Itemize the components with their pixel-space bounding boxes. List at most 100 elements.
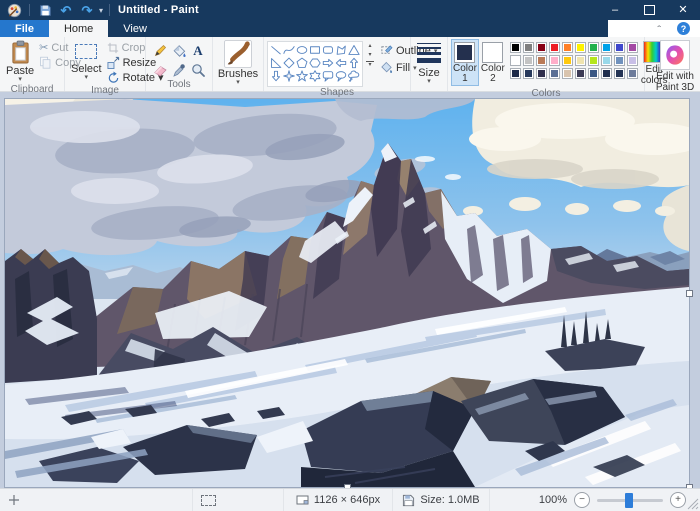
shape-fill-icon bbox=[380, 61, 393, 74]
magnifier-tool[interactable] bbox=[189, 60, 208, 79]
palette-swatch-r1c1[interactable] bbox=[510, 42, 521, 53]
maximize-button[interactable] bbox=[632, 0, 666, 20]
shapes-scroll-up-icon[interactable]: ▴ bbox=[366, 43, 374, 49]
palette-swatch-r2c5[interactable] bbox=[562, 55, 573, 66]
brushes-button[interactable]: Brushes ▾ bbox=[215, 39, 261, 87]
palette-swatch-r2c8[interactable] bbox=[601, 55, 612, 66]
canvas-resize-handle-right[interactable] bbox=[686, 290, 693, 297]
collapse-ribbon-icon[interactable]: ⌃ bbox=[655, 25, 663, 32]
minimize-button[interactable]: – bbox=[598, 0, 632, 20]
file-size-value: Size: 1.0MB bbox=[420, 494, 479, 506]
paste-button[interactable]: Paste ▾ bbox=[3, 39, 37, 84]
pencil-tool[interactable] bbox=[151, 41, 170, 60]
redo-button[interactable]: ↷ bbox=[78, 1, 96, 19]
palette-swatch-r2c7[interactable] bbox=[588, 55, 599, 66]
size-button[interactable]: Size ▾ bbox=[414, 39, 444, 86]
palette-swatch-r3c3[interactable] bbox=[536, 68, 547, 79]
palette-swatch-r1c9[interactable] bbox=[614, 42, 625, 53]
fill-tool[interactable] bbox=[170, 41, 189, 60]
brushes-caret-icon: ▾ bbox=[236, 80, 240, 86]
palette-swatch-r2c10[interactable] bbox=[627, 55, 638, 66]
help-button[interactable]: ? bbox=[677, 22, 690, 35]
zoom-slider-thumb[interactable] bbox=[625, 493, 633, 508]
close-button[interactable]: ✕ bbox=[666, 0, 700, 20]
palette-swatch-r3c10[interactable] bbox=[627, 68, 638, 79]
palette-swatch-r1c7[interactable] bbox=[588, 42, 599, 53]
shape-five-point-star[interactable] bbox=[296, 70, 308, 82]
file-size-segment: Size: 1.0MB bbox=[393, 489, 490, 511]
shapes-scroll-down-icon[interactable]: ▾ bbox=[366, 52, 374, 58]
palette-swatch-r1c2[interactable] bbox=[523, 42, 534, 53]
palette-swatch-r3c1[interactable] bbox=[510, 68, 521, 79]
color1-button[interactable]: Color 1 bbox=[451, 39, 479, 86]
palette-swatch-r2c2[interactable] bbox=[523, 55, 534, 66]
shape-rectangle[interactable] bbox=[309, 44, 321, 56]
shape-triangle[interactable] bbox=[348, 44, 360, 56]
size-icon bbox=[417, 43, 441, 63]
shape-four-point-star[interactable] bbox=[283, 70, 295, 82]
zoom-slider[interactable] bbox=[597, 499, 663, 502]
shape-oval-callout[interactable] bbox=[335, 70, 347, 82]
paint3d-button[interactable]: Edit with Paint 3D bbox=[646, 39, 700, 94]
shape-line[interactable] bbox=[270, 44, 282, 56]
shape-hexagon[interactable] bbox=[309, 57, 321, 69]
palette-swatch-r2c4[interactable] bbox=[549, 55, 560, 66]
qat-customize-caret-icon[interactable]: ▾ bbox=[99, 6, 103, 15]
palette-swatch-r1c8[interactable] bbox=[601, 42, 612, 53]
save-button[interactable] bbox=[36, 1, 54, 19]
shape-diamond[interactable] bbox=[283, 57, 295, 69]
shape-rounded-rectangle[interactable] bbox=[322, 44, 334, 56]
palette-swatch-r3c8[interactable] bbox=[601, 68, 612, 79]
palette-swatch-r3c4[interactable] bbox=[549, 68, 560, 79]
palette-swatch-r1c6[interactable] bbox=[575, 42, 586, 53]
color2-button[interactable]: Color 2 bbox=[479, 39, 507, 86]
shape-pentagon[interactable] bbox=[296, 57, 308, 69]
shape-down-arrow[interactable] bbox=[270, 70, 282, 82]
shapes-more-icon[interactable]: ▾ bbox=[366, 61, 374, 68]
canvas[interactable] bbox=[5, 99, 689, 487]
select-button[interactable]: Select ▾ bbox=[68, 39, 105, 82]
palette-swatch-r1c3[interactable] bbox=[536, 42, 547, 53]
eyedropper-tool[interactable] bbox=[170, 60, 189, 79]
shape-oval[interactable] bbox=[296, 44, 308, 56]
shape-up-arrow[interactable] bbox=[348, 57, 360, 69]
shape-rounded-callout[interactable] bbox=[322, 70, 334, 82]
paint-app-icon[interactable] bbox=[5, 1, 23, 19]
eraser-tool[interactable] bbox=[151, 60, 170, 79]
zoom-in-button[interactable]: + bbox=[670, 492, 686, 508]
shape-six-point-star[interactable] bbox=[309, 70, 321, 82]
palette-swatch-r3c2[interactable] bbox=[523, 68, 534, 79]
palette-swatch-r2c1[interactable] bbox=[510, 55, 521, 66]
tab-home[interactable]: Home bbox=[49, 20, 108, 37]
palette-swatch-r1c5[interactable] bbox=[562, 42, 573, 53]
shape-polygon[interactable] bbox=[335, 44, 347, 56]
shape-cloud-callout[interactable] bbox=[348, 70, 360, 82]
tab-file[interactable]: File bbox=[0, 20, 49, 37]
palette-swatch-r2c6[interactable] bbox=[575, 55, 586, 66]
tab-view[interactable]: View bbox=[108, 20, 162, 37]
shape-curve[interactable] bbox=[283, 44, 295, 56]
brushes-group-label bbox=[213, 90, 263, 91]
status-bar: 1126 × 646px Size: 1.0MB 100% − + bbox=[0, 488, 700, 511]
window-resize-grip[interactable] bbox=[687, 498, 699, 510]
palette-swatch-r3c6[interactable] bbox=[575, 68, 586, 79]
palette-swatch-r2c3[interactable] bbox=[536, 55, 547, 66]
shape-right-arrow[interactable] bbox=[322, 57, 334, 69]
zoom-in-icon: + bbox=[675, 495, 681, 505]
palette-swatch-r2c9[interactable] bbox=[614, 55, 625, 66]
palette-swatch-r3c5[interactable] bbox=[562, 68, 573, 79]
shape-left-arrow[interactable] bbox=[335, 57, 347, 69]
shape-right-triangle[interactable] bbox=[270, 57, 282, 69]
undo-button[interactable]: ↶ bbox=[57, 1, 75, 19]
zoom-out-icon: − bbox=[579, 495, 585, 505]
palette-swatch-r1c4[interactable] bbox=[549, 42, 560, 53]
paint3d-group-label bbox=[645, 94, 700, 95]
text-tool[interactable]: A bbox=[189, 41, 208, 60]
palette-swatch-r1c10[interactable] bbox=[627, 42, 638, 53]
palette-swatch-r3c9[interactable] bbox=[614, 68, 625, 79]
size-group: Size ▾ bbox=[411, 37, 448, 91]
zoom-out-button[interactable]: − bbox=[574, 492, 590, 508]
shapes-group-label: Shapes bbox=[264, 87, 410, 99]
palette-swatch-r3c7[interactable] bbox=[588, 68, 599, 79]
copy-icon bbox=[39, 56, 52, 69]
